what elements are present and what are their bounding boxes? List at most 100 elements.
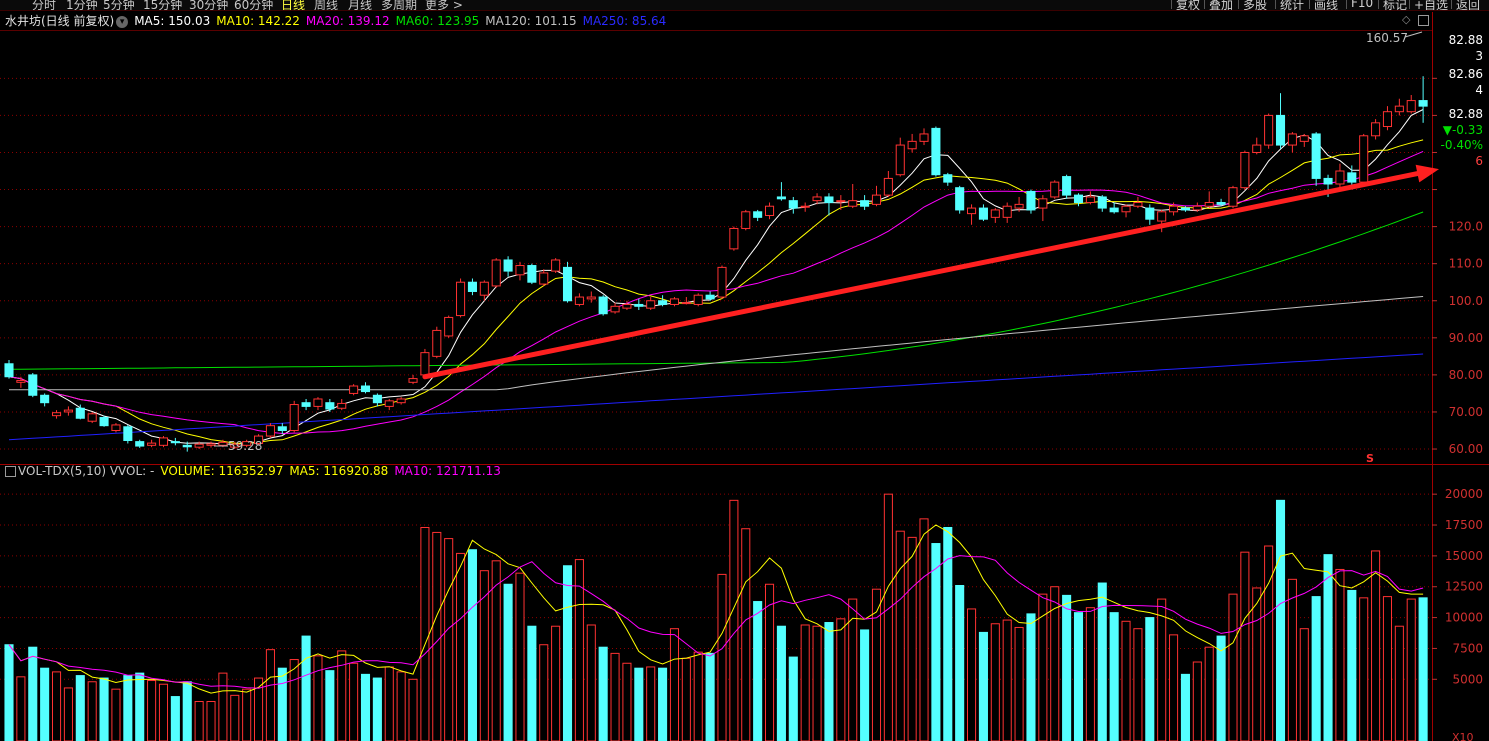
period-tab-15min[interactable]: 15分钟 (143, 0, 182, 10)
volume-bar-up[interactable] (289, 659, 299, 741)
volume-bar-down[interactable] (135, 672, 145, 741)
volume-bar-down[interactable] (360, 673, 371, 741)
candle-down[interactable] (776, 182, 786, 201)
volume-bar-up[interactable] (1192, 661, 1202, 741)
volume-bar-up[interactable] (586, 624, 596, 741)
candle-up[interactable] (574, 293, 584, 307)
volume-bar-down[interactable] (931, 543, 941, 741)
candle-down[interactable] (955, 185, 965, 214)
candle-up[interactable] (990, 208, 1000, 223)
volume-bar-down[interactable] (277, 667, 287, 741)
candle-down[interactable] (135, 439, 145, 448)
volume-bar-up[interactable] (87, 681, 97, 741)
candle-down[interactable] (788, 196, 798, 214)
candle-up[interactable] (1394, 98, 1404, 116)
volume-bar-down[interactable] (978, 631, 988, 741)
volume-bar-up[interactable] (384, 666, 394, 741)
overlay-button[interactable]: 叠加 (1204, 0, 1237, 10)
volume-bar-down[interactable] (4, 644, 14, 741)
volume-bar-up[interactable] (717, 573, 727, 741)
candle-up[interactable] (289, 400, 299, 433)
volume-bar-down[interactable] (860, 629, 870, 741)
volume-bar-up[interactable] (194, 701, 204, 741)
volume-bar-up[interactable] (230, 694, 240, 741)
candle-down[interactable] (360, 382, 371, 394)
candle-up[interactable] (1287, 132, 1297, 153)
volume-bar-up[interactable] (836, 618, 846, 741)
volume-bar-up[interactable] (218, 672, 228, 741)
candle-down[interactable] (1062, 174, 1072, 199)
candle-up[interactable] (491, 258, 501, 288)
candle-up[interactable] (539, 269, 549, 286)
volume-bar-up[interactable] (1240, 551, 1250, 741)
volume-bar-up[interactable] (63, 687, 73, 741)
candle-up[interactable] (1240, 150, 1250, 190)
diamond-icon[interactable]: ◇ (1402, 13, 1410, 26)
volume-bar-down[interactable] (1216, 635, 1226, 741)
volume-bar-down[interactable] (562, 565, 573, 741)
candle-up[interactable] (871, 185, 882, 207)
candle-up[interactable] (1121, 204, 1131, 218)
volume-bar-up[interactable] (1394, 625, 1404, 741)
candle-down[interactable] (99, 415, 109, 427)
candle-up[interactable] (1002, 202, 1012, 223)
volume-bar-down[interactable] (40, 667, 50, 741)
add-watchlist-button[interactable]: +自选 (1409, 0, 1452, 10)
candle-up[interactable] (1038, 195, 1048, 222)
volume-bar-up[interactable] (1085, 607, 1095, 741)
candle-down[interactable] (1145, 204, 1155, 225)
candle-up[interactable] (1406, 95, 1416, 114)
candle-down[interactable] (170, 437, 180, 446)
period-tab-5min[interactable]: 5分钟 (103, 0, 135, 10)
volume-bar-up[interactable] (574, 559, 584, 741)
volume-bar-up[interactable] (1335, 568, 1345, 741)
volume-bar-up[interactable] (812, 625, 822, 741)
volume-bar-down[interactable] (1418, 597, 1428, 741)
volume-bar-down[interactable] (1323, 554, 1333, 741)
candle-up[interactable] (907, 133, 917, 153)
candle-up[interactable] (420, 348, 430, 377)
volume-bar-up[interactable] (693, 651, 703, 741)
volume-bar-down[interactable] (658, 667, 668, 741)
candle-up[interactable] (1133, 196, 1143, 209)
candle-down[interactable] (527, 263, 537, 285)
volume-bar-down[interactable] (170, 696, 180, 741)
candle-up[interactable] (51, 410, 62, 419)
volume-bar-up[interactable] (1406, 598, 1416, 741)
candle-up[interactable] (206, 441, 216, 448)
candle-down[interactable] (931, 126, 941, 177)
candle-up[interactable] (848, 183, 858, 209)
volume-bar-up[interactable] (432, 531, 442, 741)
candle-down[interactable] (1275, 93, 1286, 149)
volume-bar-up[interactable] (907, 536, 917, 741)
volume-bar-up[interactable] (1252, 587, 1262, 741)
candle-up[interactable] (1299, 133, 1309, 147)
candle-up[interactable] (1359, 133, 1369, 184)
volume-bar-up[interactable] (158, 683, 169, 741)
candle-up[interactable] (717, 265, 727, 299)
volume-bar-up[interactable] (1228, 593, 1238, 741)
volume-bar-up[interactable] (1157, 598, 1167, 741)
candle-up[interactable] (1382, 106, 1393, 131)
volume-bar-up[interactable] (741, 528, 751, 741)
stock-chart[interactable]: 120.0 110.0 100.0 90.00 80.00 70.00 60.00 82.88… (0, 0, 1489, 741)
volume-bar-down[interactable] (28, 646, 38, 741)
volume-bar-up[interactable] (408, 678, 418, 741)
volume-bar-down[interactable] (372, 677, 382, 741)
candle-down[interactable] (753, 209, 763, 222)
candle-down[interactable] (860, 195, 870, 210)
volume-bar-down[interactable] (1145, 617, 1155, 741)
candle-up[interactable] (1228, 185, 1238, 209)
candle-up[interactable] (729, 226, 739, 251)
volume-bar-down[interactable] (788, 656, 798, 741)
candle-down[interactable] (301, 398, 311, 411)
period-tab-daily[interactable]: 日线 (281, 0, 305, 10)
candle-down[interactable] (325, 398, 335, 412)
mark-button[interactable]: 标记 (1378, 0, 1411, 10)
candle-up[interactable] (337, 398, 347, 411)
volume-bar-up[interactable] (883, 493, 893, 741)
volume-bar-down[interactable] (705, 652, 715, 741)
candle-down[interactable] (1097, 195, 1107, 212)
period-tab-30min[interactable]: 30分钟 (189, 0, 228, 10)
adjust-button[interactable]: 复权 (1171, 0, 1204, 10)
